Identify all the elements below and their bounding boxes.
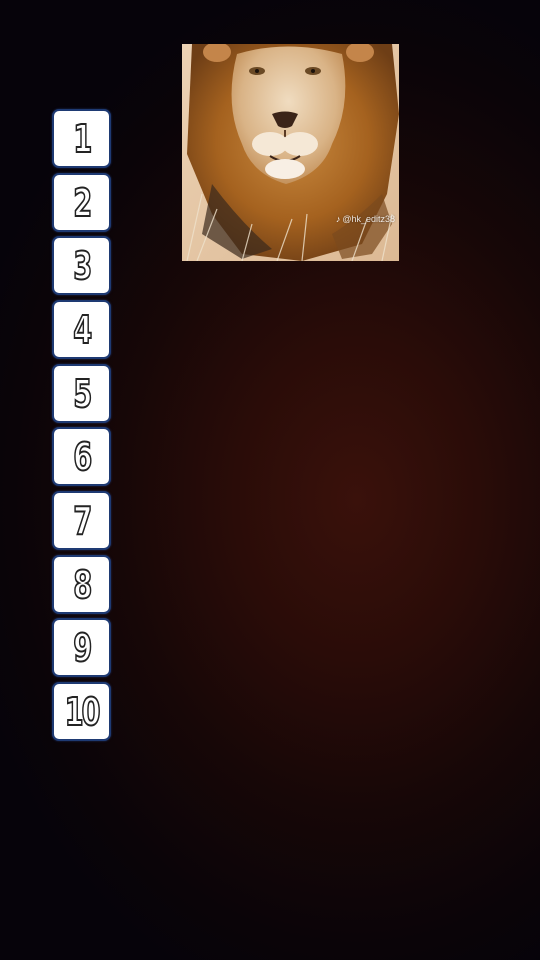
list-item-label: 9 (72, 625, 93, 670)
list-item-2[interactable]: 2 (52, 173, 111, 232)
list-item-label: 1 (72, 116, 93, 161)
list-item-label: 4 (72, 307, 93, 352)
list-item-label: 8 (72, 562, 93, 607)
list-item-label: 7 (72, 498, 93, 543)
lion-image (182, 44, 399, 261)
list-item-5[interactable]: 5 (52, 364, 111, 423)
list-item-6[interactable]: 6 (52, 427, 111, 486)
list-item-10[interactable]: 10 (52, 682, 111, 741)
list-item-1[interactable]: 1 (52, 109, 111, 168)
list-item-4[interactable]: 4 (52, 300, 111, 359)
tiktok-icon: ♪ (335, 214, 341, 224)
list-item-3[interactable]: 3 (52, 236, 111, 295)
list-item-7[interactable]: 7 (52, 491, 111, 550)
lion-photo: ♪ @hk_editz38 (182, 44, 399, 261)
list-item-label: 5 (72, 371, 93, 416)
list-item-9[interactable]: 9 (52, 618, 111, 677)
list-item-label: 6 (72, 434, 93, 479)
list-item-label: 2 (72, 180, 93, 225)
watermark: ♪ @hk_editz38 (336, 214, 395, 224)
list-item-label: 3 (72, 243, 93, 288)
list-item-label: 10 (64, 689, 101, 734)
watermark-text: @hk_editz38 (342, 214, 395, 224)
stage: ♪ @hk_editz38 1 2 3 4 5 6 7 8 9 10 (0, 0, 540, 960)
list-item-8[interactable]: 8 (52, 555, 111, 614)
